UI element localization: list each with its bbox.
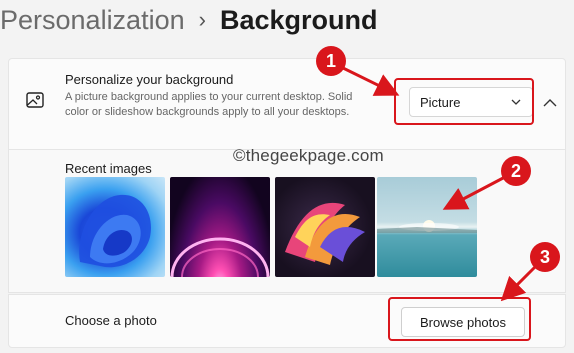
breadcrumb-personalization[interactable]: Personalization (0, 5, 185, 36)
watermark: ©thegeekpage.com (233, 146, 384, 165)
recent-image-lake-sunrise[interactable] (377, 177, 477, 277)
breadcrumb-separator: › (198, 7, 206, 32)
recent-image-abstract-ribbons[interactable] (275, 177, 375, 277)
recent-images-label: Recent images (65, 161, 152, 176)
page-title: Background (219, 4, 378, 35)
recent-images-section: Recent images ©thegeekpage.com (8, 146, 566, 293)
personalize-title: Personalize your background (65, 72, 234, 87)
background-type-dropdown[interactable]: Picture (409, 87, 533, 117)
choose-photo-label: Choose a photo (65, 313, 157, 328)
personalize-description: A picture background applies to your cur… (65, 91, 353, 118)
personalize-background-card: Personalize your background A picture ba… (8, 58, 566, 150)
chevron-up-icon[interactable] (542, 97, 558, 109)
picture-icon (26, 92, 44, 108)
chevron-down-icon (511, 99, 521, 105)
browse-photos-button[interactable]: Browse photos (401, 307, 525, 337)
recent-image-blue-bloom[interactable] (65, 177, 165, 277)
breadcrumb: Personalization › Background (0, 2, 377, 38)
recent-image-purple-glow[interactable] (170, 177, 270, 277)
dropdown-value: Picture (420, 94, 461, 110)
choose-photo-row: Choose a photo Browse photos (8, 294, 566, 348)
